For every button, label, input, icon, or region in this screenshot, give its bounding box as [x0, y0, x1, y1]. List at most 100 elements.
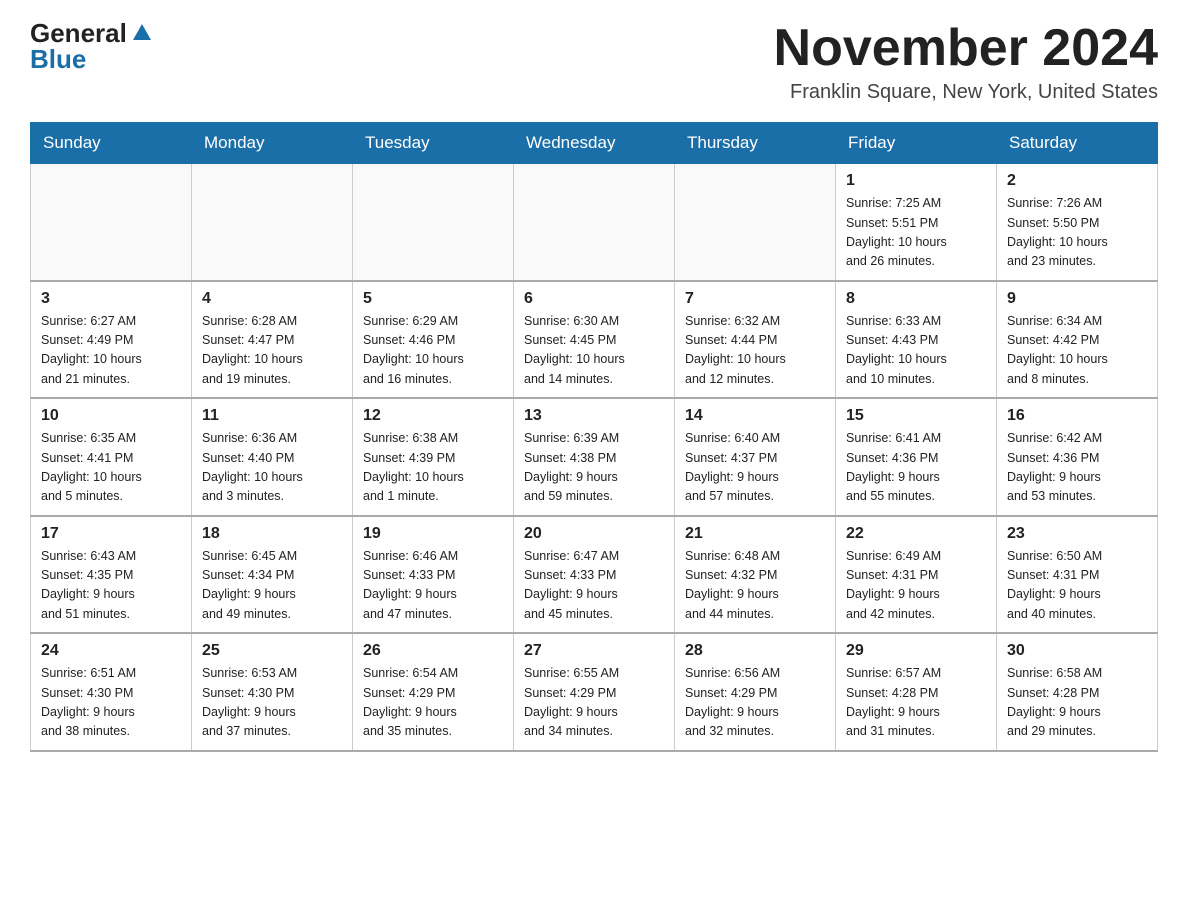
calendar-cell: 6 Sunrise: 6:30 AM Sunset: 4:45 PM Daylig… — [514, 281, 675, 399]
calendar-cell: 23 Sunrise: 6:50 AM Sunset: 4:31 PM Dayli… — [997, 516, 1158, 634]
day-number: 19 — [363, 525, 503, 543]
day-info: Sunrise: 6:41 AM Sunset: 4:36 PM Dayligh… — [846, 429, 986, 507]
calendar-week-row: 1 Sunrise: 7:25 AM Sunset: 5:51 PM Daylig… — [31, 164, 1158, 281]
day-info: Sunrise: 6:40 AM Sunset: 4:37 PM Dayligh… — [685, 429, 825, 507]
calendar-cell: 13 Sunrise: 6:39 AM Sunset: 4:38 PM Dayli… — [514, 398, 675, 516]
page-header: General Blue November 2024 Franklin Squa… — [30, 20, 1158, 104]
day-info: Sunrise: 7:25 AM Sunset: 5:51 PM Dayligh… — [846, 194, 986, 272]
day-info: Sunrise: 6:42 AM Sunset: 4:36 PM Dayligh… — [1007, 429, 1147, 507]
day-number: 25 — [202, 642, 342, 660]
day-info: Sunrise: 6:30 AM Sunset: 4:45 PM Dayligh… — [524, 312, 664, 390]
day-number: 23 — [1007, 525, 1147, 543]
calendar-cell: 28Sunrise: 6:56 AM Sunset: 4:29 PM Dayli… — [675, 633, 836, 751]
calendar-cell: 19 Sunrise: 6:46 AM Sunset: 4:33 PM Dayli… — [353, 516, 514, 634]
calendar-cell — [675, 164, 836, 281]
calendar-cell: 27 Sunrise: 6:55 AM Sunset: 4:29 PM Dayli… — [514, 633, 675, 751]
header-thursday: Thursday — [675, 123, 836, 164]
day-number: 1 — [846, 172, 986, 190]
day-info: Sunrise: 6:32 AM Sunset: 4:44 PM Dayligh… — [685, 312, 825, 390]
day-info: Sunrise: 6:55 AM Sunset: 4:29 PM Dayligh… — [524, 664, 664, 742]
header-friday: Friday — [836, 123, 997, 164]
calendar-cell — [192, 164, 353, 281]
day-number: 12 — [363, 407, 503, 425]
calendar-week-row: 17 Sunrise: 6:43 AM Sunset: 4:35 PM Dayli… — [31, 516, 1158, 634]
day-info: Sunrise: 6:47 AM Sunset: 4:33 PM Dayligh… — [524, 547, 664, 625]
calendar-table: SundayMondayTuesdayWednesdayThursdayFrid… — [30, 122, 1158, 752]
day-info: Sunrise: 6:29 AM Sunset: 4:46 PM Dayligh… — [363, 312, 503, 390]
calendar-cell: 29Sunrise: 6:57 AM Sunset: 4:28 PM Dayli… — [836, 633, 997, 751]
day-number: 14 — [685, 407, 825, 425]
calendar-cell: 5 Sunrise: 6:29 AM Sunset: 4:46 PM Daylig… — [353, 281, 514, 399]
day-number: 7 — [685, 290, 825, 308]
calendar-cell: 30Sunrise: 6:58 AM Sunset: 4:28 PM Dayli… — [997, 633, 1158, 751]
day-number: 4 — [202, 290, 342, 308]
calendar-cell: 1 Sunrise: 7:25 AM Sunset: 5:51 PM Daylig… — [836, 164, 997, 281]
calendar-header-row: SundayMondayTuesdayWednesdayThursdayFrid… — [31, 123, 1158, 164]
calendar-cell: 17 Sunrise: 6:43 AM Sunset: 4:35 PM Dayli… — [31, 516, 192, 634]
logo-general-text: General — [30, 20, 127, 46]
calendar-cell — [31, 164, 192, 281]
calendar-cell: 18Sunrise: 6:45 AM Sunset: 4:34 PM Dayli… — [192, 516, 353, 634]
title-section: November 2024 Franklin Square, New York,… — [774, 20, 1158, 104]
day-number: 17 — [41, 525, 181, 543]
calendar-week-row: 10 Sunrise: 6:35 AM Sunset: 4:41 PM Dayli… — [31, 398, 1158, 516]
calendar-cell: 7 Sunrise: 6:32 AM Sunset: 4:44 PM Daylig… — [675, 281, 836, 399]
day-info: Sunrise: 6:53 AM Sunset: 4:30 PM Dayligh… — [202, 664, 342, 742]
calendar-cell: 21Sunrise: 6:48 AM Sunset: 4:32 PM Dayli… — [675, 516, 836, 634]
calendar-cell: 3 Sunrise: 6:27 AM Sunset: 4:49 PM Daylig… — [31, 281, 192, 399]
day-info: Sunrise: 6:43 AM Sunset: 4:35 PM Dayligh… — [41, 547, 181, 625]
calendar-cell: 14 Sunrise: 6:40 AM Sunset: 4:37 PM Dayli… — [675, 398, 836, 516]
day-number: 27 — [524, 642, 664, 660]
calendar-cell: 25 Sunrise: 6:53 AM Sunset: 4:30 PM Dayli… — [192, 633, 353, 751]
calendar-week-row: 24 Sunrise: 6:51 AM Sunset: 4:30 PM Dayli… — [31, 633, 1158, 751]
calendar-cell: 11 Sunrise: 6:36 AM Sunset: 4:40 PM Dayli… — [192, 398, 353, 516]
month-title: November 2024 — [774, 20, 1158, 77]
logo-blue-text: Blue — [30, 46, 86, 72]
day-info: Sunrise: 6:34 AM Sunset: 4:42 PM Dayligh… — [1007, 312, 1147, 390]
day-number: 13 — [524, 407, 664, 425]
calendar-cell: 20 Sunrise: 6:47 AM Sunset: 4:33 PM Dayli… — [514, 516, 675, 634]
day-number: 29 — [846, 642, 986, 660]
day-number: 28 — [685, 642, 825, 660]
day-number: 22 — [846, 525, 986, 543]
day-number: 11 — [202, 407, 342, 425]
day-number: 15 — [846, 407, 986, 425]
day-info: Sunrise: 6:45 AM Sunset: 4:34 PM Dayligh… — [202, 547, 342, 625]
day-info: Sunrise: 6:51 AM Sunset: 4:30 PM Dayligh… — [41, 664, 181, 742]
calendar-cell: 2 Sunrise: 7:26 AM Sunset: 5:50 PM Daylig… — [997, 164, 1158, 281]
day-number: 24 — [41, 642, 181, 660]
day-number: 30 — [1007, 642, 1147, 660]
day-number: 3 — [41, 290, 181, 308]
day-number: 10 — [41, 407, 181, 425]
header-sunday: Sunday — [31, 123, 192, 164]
calendar-cell — [514, 164, 675, 281]
day-info: Sunrise: 6:39 AM Sunset: 4:38 PM Dayligh… — [524, 429, 664, 507]
day-info: Sunrise: 6:27 AM Sunset: 4:49 PM Dayligh… — [41, 312, 181, 390]
logo-triangle-icon — [133, 24, 151, 40]
calendar-cell: 15 Sunrise: 6:41 AM Sunset: 4:36 PM Dayli… — [836, 398, 997, 516]
day-info: Sunrise: 6:50 AM Sunset: 4:31 PM Dayligh… — [1007, 547, 1147, 625]
day-info: Sunrise: 6:28 AM Sunset: 4:47 PM Dayligh… — [202, 312, 342, 390]
calendar-cell — [353, 164, 514, 281]
calendar-cell: 22Sunrise: 6:49 AM Sunset: 4:31 PM Dayli… — [836, 516, 997, 634]
day-number: 9 — [1007, 290, 1147, 308]
day-info: Sunrise: 6:36 AM Sunset: 4:40 PM Dayligh… — [202, 429, 342, 507]
calendar-cell: 4 Sunrise: 6:28 AM Sunset: 4:47 PM Daylig… — [192, 281, 353, 399]
day-number: 2 — [1007, 172, 1147, 190]
calendar-cell: 10 Sunrise: 6:35 AM Sunset: 4:41 PM Dayli… — [31, 398, 192, 516]
calendar-cell: 26Sunrise: 6:54 AM Sunset: 4:29 PM Dayli… — [353, 633, 514, 751]
calendar-cell: 8Sunrise: 6:33 AM Sunset: 4:43 PM Daylig… — [836, 281, 997, 399]
calendar-cell: 9 Sunrise: 6:34 AM Sunset: 4:42 PM Daylig… — [997, 281, 1158, 399]
header-saturday: Saturday — [997, 123, 1158, 164]
day-number: 21 — [685, 525, 825, 543]
day-info: Sunrise: 6:35 AM Sunset: 4:41 PM Dayligh… — [41, 429, 181, 507]
day-info: Sunrise: 6:46 AM Sunset: 4:33 PM Dayligh… — [363, 547, 503, 625]
day-number: 6 — [524, 290, 664, 308]
day-number: 26 — [363, 642, 503, 660]
calendar-week-row: 3 Sunrise: 6:27 AM Sunset: 4:49 PM Daylig… — [31, 281, 1158, 399]
day-info: Sunrise: 6:33 AM Sunset: 4:43 PM Dayligh… — [846, 312, 986, 390]
location-text: Franklin Square, New York, United States — [774, 81, 1158, 104]
day-number: 5 — [363, 290, 503, 308]
day-number: 20 — [524, 525, 664, 543]
day-info: Sunrise: 7:26 AM Sunset: 5:50 PM Dayligh… — [1007, 194, 1147, 272]
